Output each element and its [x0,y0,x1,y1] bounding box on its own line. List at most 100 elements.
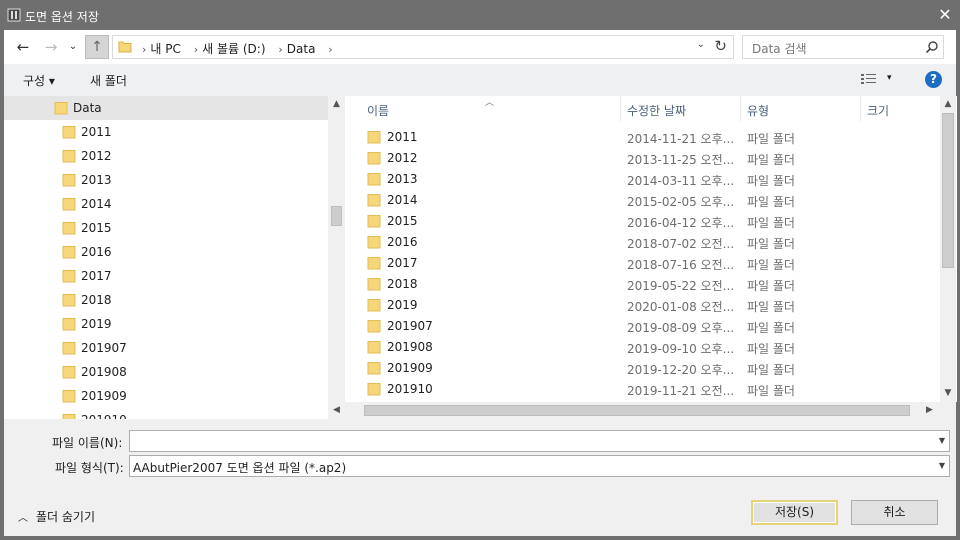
file-name: 201910 [387,382,433,396]
file-name: 2016 [387,235,418,249]
filetype-select[interactable]: AAbutPier2007 도면 옵션 파일 (*.ap2) ▼ [129,455,950,477]
tree-item-label: 2015 [81,221,112,235]
help-icon[interactable]: ? [925,71,942,88]
column-header-name[interactable]: 이름 [367,102,389,119]
breadcrumb-item-volume-d[interactable]: 새 볼륨 (D:) [202,42,265,56]
hide-folders-label: 폴더 숨기기 [36,510,96,524]
file-row[interactable]: 2015 2016-04-12 오후... 파일 폴더 [345,211,940,232]
refresh-icon[interactable]: ↻ [714,37,727,55]
scroll-right-arrow-icon[interactable]: ▶ [921,402,938,419]
tree-item[interactable]: 2011 [4,120,328,144]
tree-item-label: 2019 [81,317,112,331]
folder-icon [367,277,381,294]
file-row[interactable]: 2019 2020-01-08 오전... 파일 폴더 [345,295,940,316]
tree-scrollbar[interactable]: ▲ ▼ [328,96,345,419]
file-row[interactable]: 201910 2019-11-21 오전... 파일 폴더 [345,379,940,400]
up-arrow-icon[interactable]: ↑ [85,35,109,59]
file-row[interactable]: 201908 2019-09-10 오후... 파일 폴더 [345,337,940,358]
tree-item[interactable]: 201907 [4,336,328,360]
file-list-scrollbar[interactable]: ▲ ▼ [940,96,956,402]
breadcrumb-item-my-pc[interactable]: 내 PC [150,42,180,56]
recent-locations-chevron-icon[interactable]: ⌄ [66,36,80,58]
file-modified: 2019-12-20 오후... [627,363,735,377]
tree-item[interactable]: 2012 [4,144,328,168]
folder-icon [62,389,76,406]
filetype-value: AAbutPier2007 도면 옵션 파일 (*.ap2) [133,461,347,475]
file-type: 파일 폴더 [747,384,795,398]
tree-item[interactable]: 2013 [4,168,328,192]
file-type: 파일 폴더 [747,279,795,293]
filename-field[interactable]: ▼ [129,430,950,452]
address-dropdown-icon[interactable]: ⌄ [697,39,705,50]
tree-item[interactable]: 2016 [4,240,328,264]
file-row[interactable]: 2013 2014-03-11 오후... 파일 폴더 [345,169,940,190]
column-divider[interactable] [620,96,621,121]
filetype-dropdown-icon[interactable]: ▼ [939,461,945,470]
close-icon[interactable]: ✕ [930,0,960,30]
cancel-button[interactable]: 취소 [851,500,938,525]
file-name: 201908 [387,340,433,354]
tree-item[interactable]: 2017 [4,264,328,288]
sort-ascending-icon: ︿ [485,98,495,108]
organize-button[interactable]: 구성 ▾ [23,72,55,89]
scroll-left-arrow-icon[interactable]: ◀ [328,402,345,419]
tree-item[interactable]: 201909 [4,384,328,408]
tree-item-data[interactable]: Data [4,96,328,120]
folder-icon [367,193,381,210]
file-type: 파일 폴더 [747,363,795,377]
folder-icon [367,382,381,399]
filename-dropdown-icon[interactable]: ▼ [939,436,945,445]
save-form: 파일 이름(N): ▼ 파일 형식(T): AAbutPier2007 도면 옵… [4,419,956,483]
file-modified: 2020-01-08 오전... [627,300,735,314]
forward-arrow-icon[interactable]: → [40,36,62,58]
tree-item[interactable]: 201908 [4,360,328,384]
horizontal-scroll-thumb[interactable] [364,405,910,416]
view-details-icon[interactable] [860,72,878,86]
tree-item[interactable]: 2015 [4,216,328,240]
column-header-size[interactable]: 크기 [867,102,889,119]
scroll-up-arrow-icon[interactable]: ▲ [940,96,956,113]
file-row[interactable]: 2016 2018-07-02 오전... 파일 폴더 [345,232,940,253]
column-divider[interactable] [860,96,861,121]
column-header-type[interactable]: 유형 [747,102,769,119]
tree-item[interactable]: 201910 [4,408,328,419]
column-divider[interactable] [740,96,741,121]
back-arrow-icon[interactable]: ← [12,36,34,58]
scroll-down-arrow-icon[interactable]: ▼ [940,385,956,402]
tree-item[interactable]: 2014 [4,192,328,216]
tree-item[interactable]: 2018 [4,288,328,312]
tree-scroll-thumb[interactable] [331,206,342,226]
command-bar: 구성 ▾ 새 폴더 ▾ ? [4,64,956,96]
folder-icon [62,173,76,190]
file-list-scroll-thumb[interactable] [942,113,954,268]
file-modified: 2019-08-09 오후... [627,321,735,335]
file-row[interactable]: 2014 2015-02-05 오후... 파일 폴더 [345,190,940,211]
hide-folders-button[interactable]: ︿ 폴더 숨기기 [18,508,95,525]
file-row[interactable]: 2018 2019-05-22 오전... 파일 폴더 [345,274,940,295]
column-header-modified[interactable]: 수정한 날짜 [627,102,686,119]
file-modified: 2019-11-21 오전... [627,384,735,398]
breadcrumb-item-data[interactable]: Data [287,42,316,56]
file-modified: 2014-11-21 오후... [627,132,735,146]
save-button[interactable]: 저장(S) [751,500,838,525]
file-name: 2017 [387,256,418,270]
folder-icon [367,235,381,252]
file-row[interactable]: 201909 2019-12-20 오후... 파일 폴더 [345,358,940,379]
folder-icon [62,149,76,166]
file-row[interactable]: 2012 2013-11-25 오전... 파일 폴더 [345,148,940,169]
address-bar[interactable]: › 내 PC › 새 볼륨 (D:) › Data › ⌄ ↻ [112,35,734,59]
file-modified: 2016-04-12 오후... [627,216,735,230]
file-name: 2018 [387,277,418,291]
breadcrumb-separator: › [328,43,333,56]
scroll-up-arrow-icon[interactable]: ▲ [328,96,345,113]
search-input[interactable]: Data 검색 [742,35,944,59]
folder-tree: Data 2011 2012 2013 2014 2015 2016 2017 2018 2019… [4,96,328,419]
view-dropdown-icon[interactable]: ▾ [887,73,892,83]
tree-item[interactable]: 2019 [4,312,328,336]
file-row[interactable]: 2011 2014-11-21 오후... 파일 폴더 [345,127,940,148]
new-folder-button[interactable]: 새 폴더 [90,72,127,89]
file-row[interactable]: 2017 2018-07-16 오전... 파일 폴더 [345,253,940,274]
horizontal-scrollbar[interactable]: ◀ ▶ [328,402,940,419]
file-row[interactable]: 201907 2019-08-09 오후... 파일 폴더 [345,316,940,337]
file-modified: 2019-09-10 오후... [627,342,735,356]
